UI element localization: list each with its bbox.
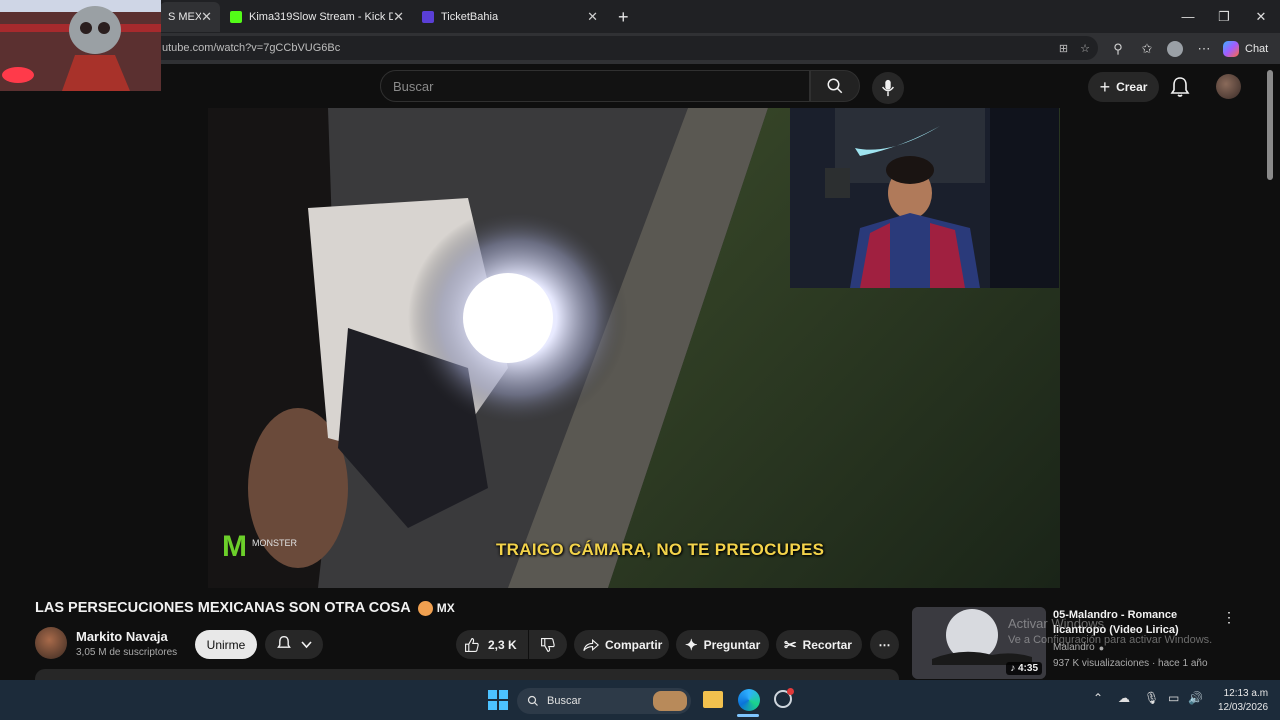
cloud-sync-icon[interactable]: ☁	[1118, 691, 1130, 705]
share-button[interactable]: Compartir	[574, 630, 669, 659]
channel-name[interactable]: Markito Navaja	[76, 629, 168, 644]
clock-time: 12:13 a.m	[1223, 688, 1269, 699]
video-duration: ♪ 4:35	[1006, 662, 1042, 675]
app-available-icon[interactable]: ⊞	[1059, 42, 1068, 55]
activation-watermark-title: Activar Windows	[1008, 616, 1105, 631]
ask-button[interactable]: ✦ Preguntar	[676, 630, 769, 659]
favorites-icon[interactable]: ✩	[1136, 38, 1158, 60]
subscriber-count: 3,05 M de suscriptores	[76, 647, 178, 658]
copilot-chat-button[interactable]: Chat	[1223, 38, 1273, 60]
page-scrollbar[interactable]	[1267, 70, 1273, 180]
maximize-icon[interactable]: ❐	[1206, 0, 1242, 33]
create-button[interactable]: + Crear	[1088, 72, 1159, 102]
video-subtitle: TRAIGO CÁMARA, NO TE PREOCUPES	[496, 540, 825, 559]
webcam-image	[790, 108, 1059, 288]
scissors-icon: ✂	[784, 636, 797, 654]
search-input[interactable]: Buscar	[380, 70, 810, 102]
tab-ticketbahia[interactable]: TicketBahia ✕	[414, 2, 606, 32]
clip-button[interactable]: ✂ Recortar	[776, 630, 862, 659]
stream-overlay-image	[0, 0, 161, 91]
close-tab-icon[interactable]: ✕	[587, 9, 598, 25]
notification-dot	[787, 688, 794, 695]
thumbs-up-icon	[465, 637, 479, 652]
search-placeholder: Buscar	[393, 78, 434, 94]
thumbs-down-icon	[541, 637, 555, 652]
profile-avatar-icon[interactable]	[1164, 38, 1186, 60]
windows-start-icon[interactable]	[488, 690, 508, 710]
search-icon	[827, 78, 843, 94]
file-explorer-icon[interactable]	[703, 691, 723, 708]
flushed-face-emoji-icon	[417, 600, 433, 616]
video-title-text: LAS PERSECUCIONES MEXICANAS SON OTRA COS…	[35, 600, 411, 616]
like-button[interactable]: 2,3 K	[456, 630, 528, 659]
notifications-bell-icon[interactable]	[1170, 76, 1190, 103]
search-button[interactable]	[810, 70, 860, 102]
copilot-label: Chat	[1245, 43, 1269, 55]
ask-label: Preguntar	[703, 637, 761, 652]
suggested-meta: 937 K visualizaciones · hace 1 año	[1053, 658, 1208, 669]
suggested-more-icon[interactable]: ⋮	[1222, 609, 1236, 626]
clip-label: Recortar	[802, 637, 852, 652]
browser-toolbar: utube.com/watch?v=7gCCbVUG6Bc ⊞ ☆ ⚲ ✩ ⋯ …	[0, 33, 1280, 64]
extensions-icon[interactable]: ⚲	[1107, 38, 1129, 60]
favorite-star-icon[interactable]: ☆	[1080, 42, 1090, 55]
close-window-icon[interactable]: ✕	[1243, 0, 1279, 33]
streamer-webcam	[790, 108, 1059, 288]
like-count: 2,3 K	[488, 637, 517, 652]
edge-browser-icon[interactable]	[738, 689, 760, 711]
minimize-icon[interactable]: —	[1170, 0, 1206, 33]
microphone-icon	[882, 79, 894, 97]
create-label: Crear	[1116, 80, 1148, 94]
share-label: Compartir	[605, 637, 663, 652]
svg-text:M: M	[222, 530, 247, 563]
browser-tab-bar: S MEXICA ✕ Kima319Slow Stream - Kick Das…	[0, 0, 1280, 33]
share-arrow-icon	[583, 638, 599, 651]
copilot-icon	[1223, 41, 1239, 57]
music-note-icon: ♪	[1010, 663, 1018, 674]
active-app-indicator	[737, 714, 759, 717]
system-clock[interactable]: 12:13 a.m 12/03/2026	[1218, 687, 1268, 715]
search-highlight-icon	[653, 691, 687, 711]
clock-date: 12/03/2026	[1218, 702, 1269, 713]
tab-label: TicketBahia	[441, 11, 499, 23]
network-icon[interactable]: ▭	[1168, 691, 1179, 705]
tab-kick[interactable]: Kima319Slow Stream - Kick Dashb ✕	[222, 2, 412, 32]
search-icon	[527, 695, 538, 706]
channel-avatar[interactable]	[35, 627, 67, 659]
sponsor-logo-text: MONSTER	[252, 538, 298, 548]
tab-label: S MEXICA	[168, 11, 202, 23]
chevron-down-icon	[300, 638, 312, 652]
duration-text: 4:35	[1017, 663, 1038, 674]
windows-taskbar: Buscar ⌃ ☁ 🎙 ▭ 🔊 12:13 a.m 12/03/2026	[0, 680, 1280, 720]
join-button[interactable]: Unirme	[195, 630, 257, 659]
bell-icon	[276, 635, 291, 654]
kick-favicon-icon	[230, 11, 242, 23]
video-title: LAS PERSECUCIONES MEXICANAS SON OTRA COS…	[35, 600, 455, 616]
more-options-icon[interactable]: ⋯	[1193, 38, 1215, 60]
volume-icon[interactable]: 🔊	[1188, 691, 1203, 705]
activation-watermark-subtitle: Ve a Configuración para activar Windows.	[1008, 634, 1213, 646]
user-avatar[interactable]	[1216, 74, 1241, 99]
youtube-header: Premium Buscar + Crear	[0, 64, 1280, 108]
dislike-button[interactable]	[529, 630, 567, 659]
sparkle-icon: ✦	[685, 636, 698, 654]
plus-icon: +	[1099, 76, 1111, 97]
description-box[interactable]	[35, 669, 899, 680]
tab-label: Kima319Slow Stream - Kick Dashb	[249, 11, 394, 23]
tab-youtube[interactable]: S MEXICA ✕	[160, 2, 220, 32]
taskbar-search-label: Buscar	[547, 695, 582, 707]
close-tab-icon[interactable]: ✕	[201, 9, 212, 25]
tray-chevron-up-icon[interactable]: ⌃	[1093, 691, 1103, 705]
taskbar-search[interactable]: Buscar	[517, 688, 691, 714]
microphone-tray-icon[interactable]: 🎙	[1144, 691, 1159, 705]
close-tab-icon[interactable]: ✕	[393, 9, 404, 25]
notification-settings-button[interactable]	[265, 630, 323, 659]
video-title-suffix: MX	[436, 601, 455, 615]
ticketbahia-favicon-icon	[422, 11, 434, 23]
voice-search-button[interactable]	[872, 72, 904, 104]
new-tab-button[interactable]: +	[610, 2, 636, 32]
address-text: utube.com/watch?v=7gCCbVUG6Bc	[162, 42, 341, 54]
address-bar[interactable]: utube.com/watch?v=7gCCbVUG6Bc ⊞ ☆	[150, 36, 1098, 60]
more-actions-button[interactable]: ⋯	[870, 630, 899, 659]
